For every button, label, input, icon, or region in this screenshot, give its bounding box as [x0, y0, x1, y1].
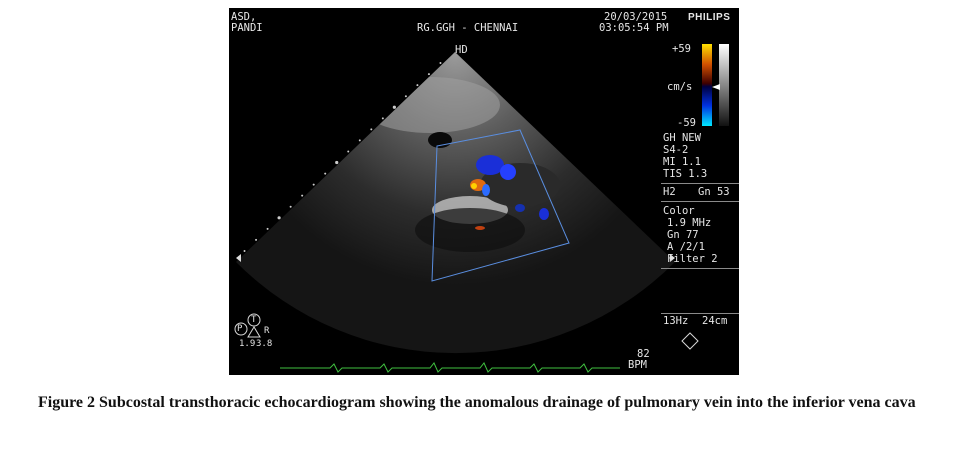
rotate-icon[interactable]	[681, 332, 699, 350]
depth-marker-dot	[439, 62, 442, 65]
depth-marker-dot	[335, 160, 339, 165]
depth-label: 24cm	[702, 315, 728, 327]
gain-label: Gn 53	[698, 186, 730, 198]
baseline-marker-icon	[712, 84, 720, 90]
depth-marker-dot	[416, 84, 419, 87]
ultrasound-sector	[236, 52, 675, 354]
color-velocity-bar	[702, 44, 712, 126]
depth-marker-dot	[243, 249, 246, 252]
depth-marker-dot	[277, 216, 281, 220]
color-section-title: Color	[663, 205, 695, 217]
depth-marker-dot	[324, 172, 327, 175]
depth-marker-dot	[255, 238, 258, 241]
institution-label: RG.GGH - CHENNAI	[417, 22, 519, 34]
color-assignment: A /2/1	[667, 241, 705, 253]
orientation-p-label: P	[237, 324, 243, 334]
frame-rate: 13Hz	[663, 315, 689, 327]
depth-marker-dot	[312, 183, 315, 186]
depth-marker-dot	[381, 117, 384, 120]
mi-label: MI 1.1	[663, 156, 701, 168]
depth-marker-dot	[370, 128, 373, 131]
depth-marker-dot	[347, 150, 350, 153]
probe-label: S4-2	[663, 144, 689, 156]
hd-label: HD	[455, 44, 468, 56]
depth-marker-dot	[358, 139, 361, 142]
color-frequency: 1.9 MHz	[667, 217, 712, 229]
depth-marker-dot	[427, 73, 430, 76]
velocity-unit: cm/s	[667, 81, 693, 93]
velocity-max: +59	[672, 43, 691, 55]
depth-marker-dot	[392, 105, 396, 109]
settings-divider-2	[661, 201, 739, 202]
depth-marker-dot	[404, 95, 407, 98]
depth-marker-dot	[266, 227, 269, 230]
depth-marker-dot	[301, 194, 304, 197]
color-gain: Gn 77	[667, 229, 699, 241]
color-filter: Filter 2	[667, 253, 718, 265]
ecg-trace	[280, 362, 620, 373]
figure-caption: Figure 2 Subcostal transthoracic echocar…	[38, 394, 916, 411]
orientation-t-label: T	[251, 315, 257, 325]
tis-label: TIS 1.3	[663, 168, 708, 180]
settings-divider-1	[661, 183, 739, 184]
settings-divider-4	[661, 313, 739, 314]
harmonic-label: H2	[663, 186, 676, 198]
ultrasound-image	[234, 44, 729, 373]
grayscale-bar	[719, 44, 729, 126]
preset-label: GH NEW	[663, 132, 701, 144]
orientation-r-label: R	[264, 326, 270, 336]
orientation-right-value: 3.8	[256, 339, 273, 349]
heart-rate-unit: BPM	[628, 359, 647, 371]
patient-name-line2: PANDI	[231, 22, 263, 34]
brand-logo: PHILIPS	[688, 12, 731, 23]
settings-divider-3	[661, 268, 739, 269]
orientation-left-value: 1.9	[239, 339, 256, 349]
exam-time: 03:05:54 PM	[599, 22, 669, 34]
depth-marker-dot	[289, 205, 292, 208]
velocity-min: -59	[677, 117, 696, 129]
